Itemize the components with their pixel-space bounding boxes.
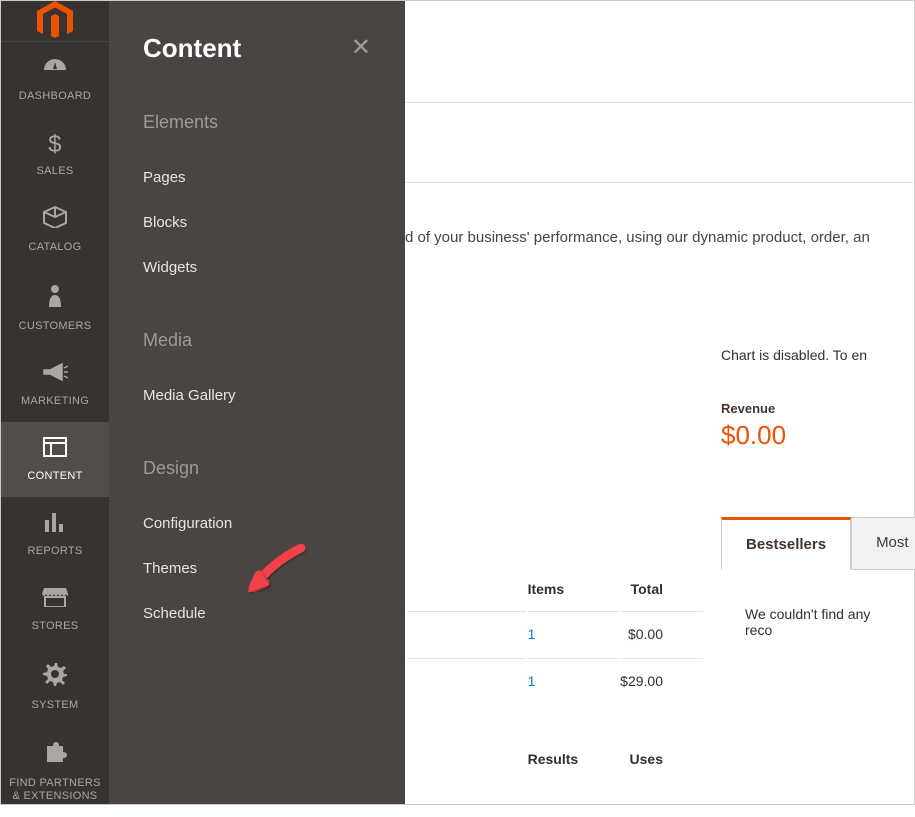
sidebar-label: REPORTS <box>27 545 82 558</box>
storefront-icon <box>42 586 68 614</box>
sidebar-label: SALES <box>37 165 74 178</box>
person-icon <box>47 283 63 314</box>
revenue-label: Revenue <box>721 401 894 416</box>
cell-items[interactable]: 1 <box>528 611 619 656</box>
revenue-value: $0.00 <box>721 420 894 451</box>
link-schedule[interactable]: Schedule <box>143 591 371 636</box>
content-flyout: Content ✕ Elements Pages Blocks Widgets … <box>109 1 405 804</box>
sidebar-label: SYSTEM <box>31 699 78 712</box>
sidebar-item-system[interactable]: SYSTEM <box>1 648 109 726</box>
box-icon <box>43 206 67 235</box>
sidebar-item-catalog[interactable]: CATALOG <box>1 192 109 268</box>
tab-empty-msg: We couldn't find any reco <box>721 570 894 638</box>
right-column: Chart is disabled. To en Revenue $0.00 B… <box>721 341 894 638</box>
puzzle-icon <box>43 740 67 771</box>
col-total: Total <box>620 569 703 609</box>
link-widgets[interactable]: Widgets <box>143 245 371 290</box>
gauge-icon <box>42 56 68 84</box>
link-media-gallery[interactable]: Media Gallery <box>143 373 371 418</box>
orders-table: Items Total 1 $0.00 1 $29.00 Results Use… <box>405 567 705 781</box>
tab-most[interactable]: Most <box>851 517 915 570</box>
sidebar-item-partners[interactable]: FIND PARTNERS & EXTENSIONS <box>1 726 109 817</box>
performance-msg: d of your business' performance, using o… <box>405 183 914 318</box>
magento-logo[interactable] <box>1 1 109 42</box>
table-header: Items Total <box>407 569 703 609</box>
close-icon[interactable]: ✕ <box>351 33 371 62</box>
cell-total: $29.00 <box>620 658 703 703</box>
tabs: Bestsellers Most <box>721 517 894 570</box>
table-row[interactable]: 1 $29.00 <box>407 658 703 703</box>
tab-bestsellers[interactable]: Bestsellers <box>721 517 851 570</box>
sidebar-label: MARKETING <box>21 395 89 408</box>
link-configuration[interactable]: Configuration <box>143 501 371 546</box>
magento-logo-icon <box>37 1 73 41</box>
sidebar-item-reports[interactable]: REPORTS <box>1 497 109 572</box>
sidebar-item-stores[interactable]: STORES <box>1 572 109 647</box>
sidebar-label: CATALOG <box>28 241 81 254</box>
section-elements: Elements <box>143 112 371 133</box>
col-uses: Uses <box>620 705 703 779</box>
sidebar-label: STORES <box>32 620 79 633</box>
table-row[interactable]: 1 $0.00 <box>407 611 703 656</box>
sidebar-label: CONTENT <box>27 470 82 483</box>
cell-items[interactable]: 1 <box>528 658 619 703</box>
table-footer: Results Uses <box>407 705 703 779</box>
flyout-title: Content <box>143 33 241 64</box>
sidebar-label: DASHBOARD <box>19 90 91 103</box>
link-themes[interactable]: Themes <box>143 546 371 591</box>
sidebar-label: CUSTOMERS <box>19 320 92 333</box>
link-pages[interactable]: Pages <box>143 155 371 200</box>
bars-icon <box>44 511 66 539</box>
sidebar-label: FIND PARTNERS & EXTENSIONS <box>5 777 105 803</box>
dollar-icon: $ <box>48 131 62 159</box>
section-media: Media <box>143 330 371 351</box>
sidebar-item-marketing[interactable]: MARKETING <box>1 347 109 422</box>
sidebar-item-content[interactable]: CONTENT <box>1 422 109 497</box>
admin-sidebar: DASHBOARD $ SALES CATALOG CUSTOMERS MARK… <box>1 1 109 804</box>
gear-icon <box>43 662 67 693</box>
sidebar-item-dashboard[interactable]: DASHBOARD <box>1 42 109 117</box>
col-results: Results <box>528 705 619 779</box>
chart-disabled-msg: Chart is disabled. To en <box>721 341 894 363</box>
megaphone-icon <box>42 361 68 389</box>
section-design: Design <box>143 458 371 479</box>
link-blocks[interactable]: Blocks <box>143 200 371 245</box>
col-items: Items <box>528 569 619 609</box>
orders-column: Items Total 1 $0.00 1 $29.00 Results Use… <box>405 561 705 781</box>
sidebar-item-customers[interactable]: CUSTOMERS <box>1 269 109 347</box>
sidebar-item-sales[interactable]: $ SALES <box>1 117 109 192</box>
layout-icon <box>43 436 67 464</box>
cell-total: $0.00 <box>620 611 703 656</box>
